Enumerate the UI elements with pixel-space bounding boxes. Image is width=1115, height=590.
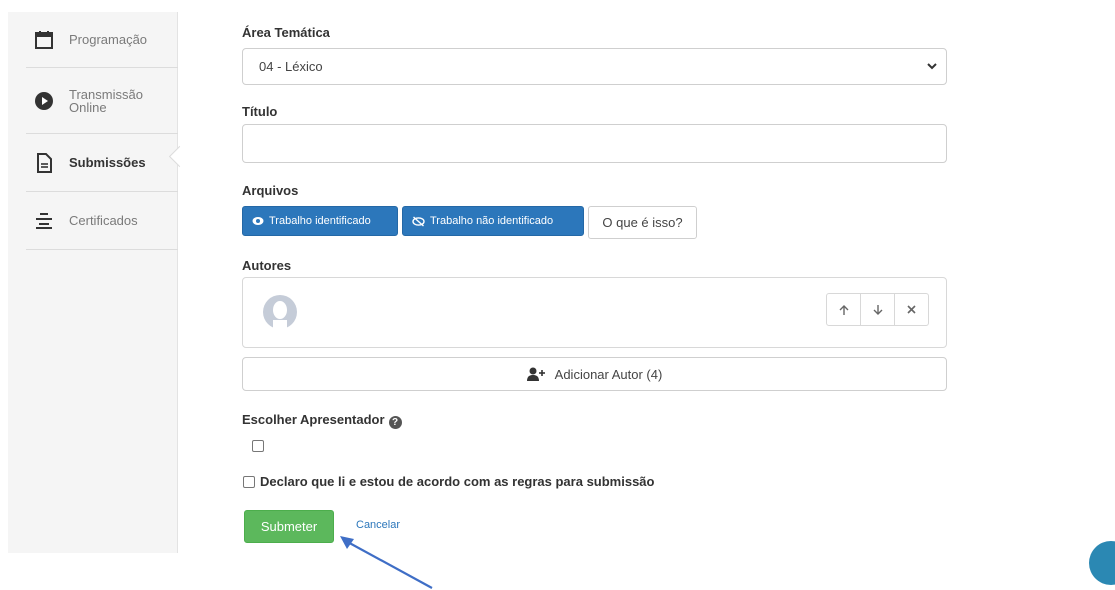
sidebar-item-certificados[interactable]: Certificados <box>26 192 178 250</box>
titulo-input[interactable] <box>242 124 947 163</box>
arquivos-label: Arquivos <box>242 183 299 198</box>
annotation-arrow-icon <box>340 536 433 589</box>
user-plus-icon <box>526 367 545 381</box>
question-circle-icon[interactable]: ? <box>388 416 402 429</box>
autores-label: Autores <box>242 258 292 273</box>
titulo-label: Título <box>242 104 278 119</box>
sidebar-item-label: Certificados <box>69 213 138 228</box>
calendar-icon <box>33 29 55 51</box>
submit-button[interactable]: Submeter <box>244 510 334 543</box>
sidebar-item-transmissao[interactable]: Transmissão Online <box>26 68 178 134</box>
arrow-down-icon[interactable] <box>861 294 895 325</box>
eye-slash-icon <box>412 215 425 227</box>
add-author-button[interactable]: Adicionar Autor (4) <box>242 357 947 391</box>
area-tematica-label: Área Temática <box>242 25 330 40</box>
presenter-label: Escolher Apresentador <box>242 412 385 427</box>
presenter-checkbox[interactable] <box>252 440 264 452</box>
presenter-label-row: Escolher Apresentador? <box>242 412 402 429</box>
floating-action-button[interactable] <box>1089 541 1115 585</box>
sidebar-item-label: Transmissão Online <box>69 86 143 115</box>
chevron-down-icon <box>926 49 938 98</box>
sidebar: Programação Transmissão Online Submissõe… <box>8 12 178 553</box>
eye-icon <box>252 216 264 226</box>
trabalho-nao-identificado-button[interactable]: Trabalho não identificado <box>402 206 584 236</box>
document-icon <box>33 152 55 174</box>
declare-checkbox[interactable] <box>243 476 255 488</box>
o-que-e-isso-button[interactable]: O que é isso? <box>588 206 697 239</box>
cancel-link[interactable]: Cancelar <box>356 519 400 531</box>
sidebar-item-label: Programação <box>69 32 148 47</box>
author-controls <box>826 293 929 326</box>
sidebar-item-programacao[interactable]: Programação <box>26 12 178 68</box>
author-list <box>242 277 947 348</box>
area-tematica-value: 04 - Léxico <box>259 59 323 74</box>
trabalho-identificado-button[interactable]: Trabalho identificado <box>242 206 398 236</box>
area-tematica-select[interactable]: 04 - Léxico <box>242 48 947 85</box>
sidebar-item-label: Submissões <box>69 155 146 170</box>
close-icon[interactable] <box>895 294 928 325</box>
arrow-up-icon[interactable] <box>827 294 861 325</box>
align-center-icon <box>33 210 55 232</box>
trabalho-identificado-label: Trabalho identificado <box>269 215 371 227</box>
play-circle-icon <box>33 90 55 112</box>
avatar <box>261 294 299 330</box>
add-author-label: Adicionar Autor (4) <box>554 366 663 382</box>
trabalho-nao-identificado-label: Trabalho não identificado <box>430 215 554 227</box>
sidebar-item-submissoes[interactable]: Submissões <box>26 134 178 192</box>
declare-label: Declaro que li e estou de acordo com as … <box>260 474 655 489</box>
